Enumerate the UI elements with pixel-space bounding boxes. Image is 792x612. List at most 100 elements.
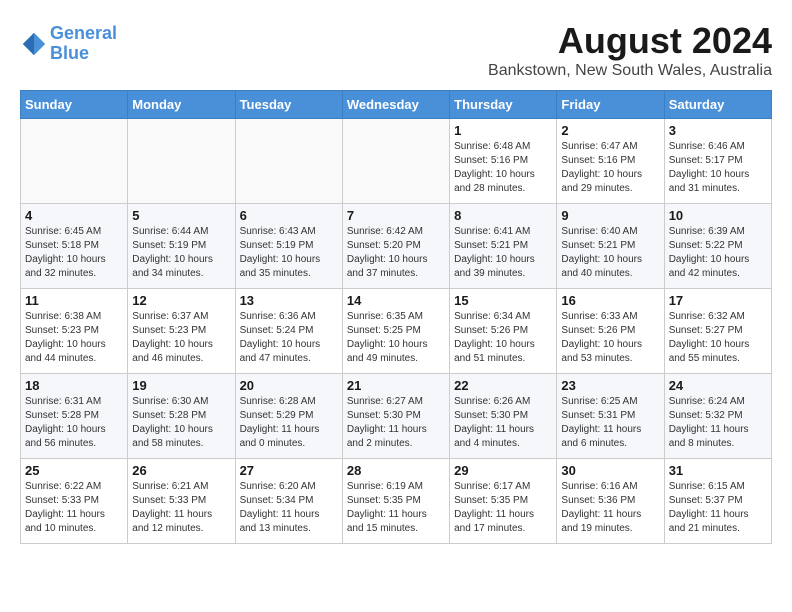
day-detail: Sunrise: 6:41 AM Sunset: 5:21 PM Dayligh… xyxy=(454,225,552,281)
day-detail: Sunrise: 6:24 AM Sunset: 5:32 PM Dayligh… xyxy=(669,395,767,451)
day-number: 30 xyxy=(561,463,659,478)
day-number: 26 xyxy=(132,463,230,478)
logo: General Blue xyxy=(20,24,117,64)
logo-icon xyxy=(20,30,48,58)
day-detail: Sunrise: 6:47 AM Sunset: 5:16 PM Dayligh… xyxy=(561,140,659,196)
calendar-cell: 26 Sunrise: 6:21 AM Sunset: 5:33 PM Dayli… xyxy=(128,459,235,544)
calendar-table: SundayMondayTuesdayWednesdayThursdayFrid… xyxy=(20,90,772,544)
calendar-cell xyxy=(342,119,449,204)
column-header-tuesday: Tuesday xyxy=(235,91,342,119)
column-header-saturday: Saturday xyxy=(664,91,771,119)
calendar-cell: 30 Sunrise: 6:16 AM Sunset: 5:36 PM Dayli… xyxy=(557,459,664,544)
calendar-cell: 9 Sunrise: 6:40 AM Sunset: 5:21 PM Daylig… xyxy=(557,204,664,289)
column-header-friday: Friday xyxy=(557,91,664,119)
day-number: 6 xyxy=(240,208,338,223)
page-header: General Blue August 2024 Bankstown, New … xyxy=(20,20,772,80)
day-detail: Sunrise: 6:38 AM Sunset: 5:23 PM Dayligh… xyxy=(25,310,123,366)
calendar-cell: 11 Sunrise: 6:38 AM Sunset: 5:23 PM Dayli… xyxy=(21,289,128,374)
calendar-cell: 12 Sunrise: 6:37 AM Sunset: 5:23 PM Dayli… xyxy=(128,289,235,374)
calendar-week-row: 25 Sunrise: 6:22 AM Sunset: 5:33 PM Dayli… xyxy=(21,459,772,544)
calendar-cell: 10 Sunrise: 6:39 AM Sunset: 5:22 PM Dayli… xyxy=(664,204,771,289)
column-header-sunday: Sunday xyxy=(21,91,128,119)
day-number: 24 xyxy=(669,378,767,393)
calendar-cell: 6 Sunrise: 6:43 AM Sunset: 5:19 PM Daylig… xyxy=(235,204,342,289)
day-detail: Sunrise: 6:16 AM Sunset: 5:36 PM Dayligh… xyxy=(561,480,659,536)
day-detail: Sunrise: 6:26 AM Sunset: 5:30 PM Dayligh… xyxy=(454,395,552,451)
calendar-cell: 18 Sunrise: 6:31 AM Sunset: 5:28 PM Dayli… xyxy=(21,374,128,459)
day-number: 18 xyxy=(25,378,123,393)
day-number: 7 xyxy=(347,208,445,223)
day-detail: Sunrise: 6:17 AM Sunset: 5:35 PM Dayligh… xyxy=(454,480,552,536)
calendar-cell: 25 Sunrise: 6:22 AM Sunset: 5:33 PM Dayli… xyxy=(21,459,128,544)
day-number: 25 xyxy=(25,463,123,478)
day-number: 11 xyxy=(25,293,123,308)
day-number: 28 xyxy=(347,463,445,478)
day-number: 21 xyxy=(347,378,445,393)
calendar-cell: 4 Sunrise: 6:45 AM Sunset: 5:18 PM Daylig… xyxy=(21,204,128,289)
day-number: 1 xyxy=(454,123,552,138)
day-detail: Sunrise: 6:27 AM Sunset: 5:30 PM Dayligh… xyxy=(347,395,445,451)
day-number: 31 xyxy=(669,463,767,478)
calendar-cell: 7 Sunrise: 6:42 AM Sunset: 5:20 PM Daylig… xyxy=(342,204,449,289)
day-number: 9 xyxy=(561,208,659,223)
calendar-cell: 14Sunrise: 6:35 AM Sunset: 5:25 PM Dayli… xyxy=(342,289,449,374)
calendar-cell: 24 Sunrise: 6:24 AM Sunset: 5:32 PM Dayli… xyxy=(664,374,771,459)
day-number: 10 xyxy=(669,208,767,223)
day-number: 4 xyxy=(25,208,123,223)
calendar-week-row: 4 Sunrise: 6:45 AM Sunset: 5:18 PM Daylig… xyxy=(21,204,772,289)
day-detail: Sunrise: 6:46 AM Sunset: 5:17 PM Dayligh… xyxy=(669,140,767,196)
day-detail: Sunrise: 6:35 AM Sunset: 5:25 PM Dayligh… xyxy=(347,310,445,366)
day-detail: Sunrise: 6:34 AM Sunset: 5:26 PM Dayligh… xyxy=(454,310,552,366)
day-detail: Sunrise: 6:43 AM Sunset: 5:19 PM Dayligh… xyxy=(240,225,338,281)
day-detail: Sunrise: 6:22 AM Sunset: 5:33 PM Dayligh… xyxy=(25,480,123,536)
column-header-wednesday: Wednesday xyxy=(342,91,449,119)
main-title: August 2024 xyxy=(488,20,772,62)
day-detail: Sunrise: 6:40 AM Sunset: 5:21 PM Dayligh… xyxy=(561,225,659,281)
day-detail: Sunrise: 6:30 AM Sunset: 5:28 PM Dayligh… xyxy=(132,395,230,451)
day-number: 23 xyxy=(561,378,659,393)
calendar-cell: 19 Sunrise: 6:30 AM Sunset: 5:28 PM Dayli… xyxy=(128,374,235,459)
calendar-cell: 31 Sunrise: 6:15 AM Sunset: 5:37 PM Dayli… xyxy=(664,459,771,544)
calendar-cell: 17Sunrise: 6:32 AM Sunset: 5:27 PM Dayli… xyxy=(664,289,771,374)
day-number: 20 xyxy=(240,378,338,393)
calendar-cell: 29Sunrise: 6:17 AM Sunset: 5:35 PM Dayli… xyxy=(450,459,557,544)
day-detail: Sunrise: 6:39 AM Sunset: 5:22 PM Dayligh… xyxy=(669,225,767,281)
calendar-cell xyxy=(128,119,235,204)
day-detail: Sunrise: 6:48 AM Sunset: 5:16 PM Dayligh… xyxy=(454,140,552,196)
calendar-header-row: SundayMondayTuesdayWednesdayThursdayFrid… xyxy=(21,91,772,119)
day-number: 3 xyxy=(669,123,767,138)
day-detail: Sunrise: 6:45 AM Sunset: 5:18 PM Dayligh… xyxy=(25,225,123,281)
day-number: 22 xyxy=(454,378,552,393)
calendar-cell: 28Sunrise: 6:19 AM Sunset: 5:35 PM Dayli… xyxy=(342,459,449,544)
day-number: 27 xyxy=(240,463,338,478)
title-block: August 2024 Bankstown, New South Wales, … xyxy=(488,20,772,80)
day-number: 12 xyxy=(132,293,230,308)
day-number: 15 xyxy=(454,293,552,308)
day-number: 5 xyxy=(132,208,230,223)
calendar-cell: 21 Sunrise: 6:27 AM Sunset: 5:30 PM Dayli… xyxy=(342,374,449,459)
calendar-cell: 5Sunrise: 6:44 AM Sunset: 5:19 PM Daylig… xyxy=(128,204,235,289)
calendar-cell: 16Sunrise: 6:33 AM Sunset: 5:26 PM Dayli… xyxy=(557,289,664,374)
day-detail: Sunrise: 6:42 AM Sunset: 5:20 PM Dayligh… xyxy=(347,225,445,281)
calendar-cell: 15 Sunrise: 6:34 AM Sunset: 5:26 PM Dayli… xyxy=(450,289,557,374)
calendar-week-row: 18 Sunrise: 6:31 AM Sunset: 5:28 PM Dayli… xyxy=(21,374,772,459)
day-detail: Sunrise: 6:37 AM Sunset: 5:23 PM Dayligh… xyxy=(132,310,230,366)
calendar-cell xyxy=(235,119,342,204)
logo-text: General Blue xyxy=(50,24,117,64)
calendar-cell: 27Sunrise: 6:20 AM Sunset: 5:34 PM Dayli… xyxy=(235,459,342,544)
calendar-cell: 13 Sunrise: 6:36 AM Sunset: 5:24 PM Dayli… xyxy=(235,289,342,374)
day-detail: Sunrise: 6:33 AM Sunset: 5:26 PM Dayligh… xyxy=(561,310,659,366)
day-number: 19 xyxy=(132,378,230,393)
calendar-week-row: 11 Sunrise: 6:38 AM Sunset: 5:23 PM Dayli… xyxy=(21,289,772,374)
calendar-cell: 20Sunrise: 6:28 AM Sunset: 5:29 PM Dayli… xyxy=(235,374,342,459)
column-header-thursday: Thursday xyxy=(450,91,557,119)
day-number: 13 xyxy=(240,293,338,308)
calendar-cell: 3 Sunrise: 6:46 AM Sunset: 5:17 PM Daylig… xyxy=(664,119,771,204)
day-detail: Sunrise: 6:36 AM Sunset: 5:24 PM Dayligh… xyxy=(240,310,338,366)
day-detail: Sunrise: 6:21 AM Sunset: 5:33 PM Dayligh… xyxy=(132,480,230,536)
day-detail: Sunrise: 6:31 AM Sunset: 5:28 PM Dayligh… xyxy=(25,395,123,451)
day-number: 2 xyxy=(561,123,659,138)
day-detail: Sunrise: 6:15 AM Sunset: 5:37 PM Dayligh… xyxy=(669,480,767,536)
day-number: 17 xyxy=(669,293,767,308)
subtitle: Bankstown, New South Wales, Australia xyxy=(488,62,772,80)
